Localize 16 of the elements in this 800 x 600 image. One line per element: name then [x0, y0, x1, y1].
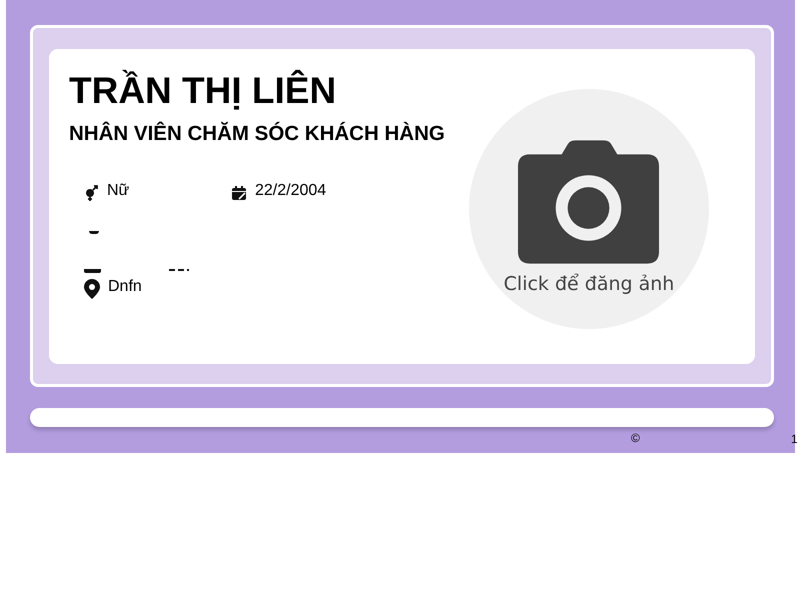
footer-text: 1: [791, 432, 798, 446]
job-title: NHÂN VIÊN CHĂM SÓC KHÁCH HÀNG: [69, 122, 446, 146]
location-pin-icon: [84, 279, 100, 299]
calendar-icon: [231, 185, 247, 201]
camera-icon: [518, 140, 660, 264]
upload-caption: Click để đăng ảnh: [504, 272, 674, 294]
gender-icon: [83, 185, 99, 201]
copyright-text: ©: [631, 431, 640, 445]
detail-text: 22/2/2004: [255, 182, 326, 200]
photo-upload[interactable]: Click để đăng ảnh: [469, 89, 709, 329]
detail-text: Nữ: [107, 182, 130, 200]
employee-name: TRẦN THỊ LIÊN: [69, 70, 338, 112]
address-text: Dnfn: [108, 278, 142, 296]
partial-icon: [84, 269, 101, 273]
partial-mark: [169, 269, 189, 271]
partial-icon: [89, 231, 99, 234]
